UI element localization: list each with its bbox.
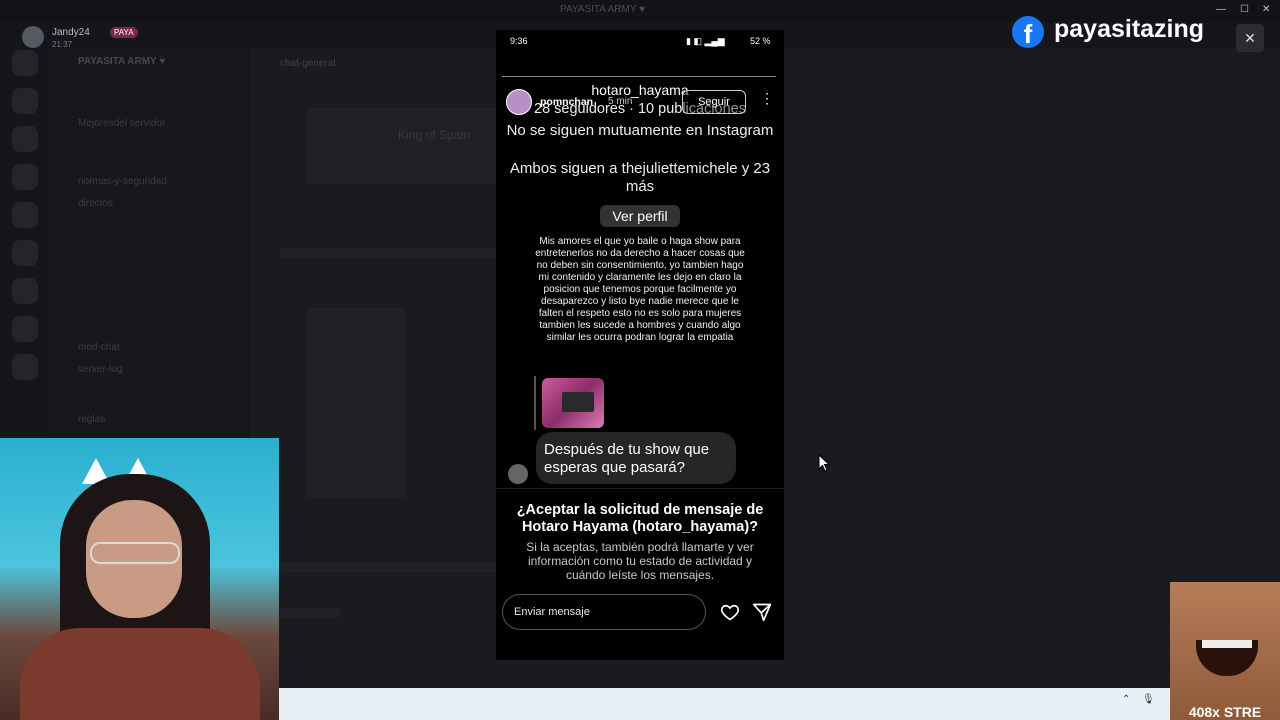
- channel-sidebar: PAYASITA ARMY ♥ Mejoresdel servidor norm…: [48, 48, 248, 438]
- facebook-icon: f: [1012, 16, 1044, 49]
- story-progress-bar: [502, 76, 776, 81]
- server-icon[interactable]: [12, 278, 38, 304]
- phone-screen: 9:36 ▮ ◧ ▂▄▆ 52 % hotaro_hayama 28 segui…: [496, 30, 784, 660]
- thumbnail-detail: [562, 392, 594, 412]
- server-icon[interactable]: [12, 316, 38, 342]
- story-text: Mis amores el que yo baile o haga show p…: [535, 236, 745, 343]
- minimize-button[interactable]: —: [1216, 4, 1226, 15]
- story-avatar[interactable]: [506, 89, 532, 115]
- avatar: [22, 26, 44, 48]
- reply-indicator: [534, 376, 536, 430]
- accept-request-info: Si la aceptas, también podrá llamarte y …: [526, 540, 754, 582]
- channel-item[interactable]: Mejoresdel servidor: [78, 118, 165, 129]
- streamer-name: payasitazing: [1054, 15, 1205, 43]
- divider: [496, 488, 784, 489]
- server-icon[interactable]: [12, 240, 38, 266]
- channel-item[interactable]: directos: [78, 198, 113, 209]
- user-time: 21:37: [52, 40, 73, 49]
- status-icons: ▮ ◧ ▂▄▆: [686, 36, 725, 46]
- user-name: Jandy24: [52, 27, 90, 38]
- server-icon[interactable]: [12, 354, 38, 380]
- message-line: [280, 248, 500, 258]
- channel-item[interactable]: mod-chat: [78, 342, 120, 353]
- close-button[interactable]: ✕: [1236, 24, 1264, 52]
- story-username[interactable]: pomnchan: [540, 96, 593, 108]
- glasses-icon: [90, 542, 180, 564]
- server-icon[interactable]: [12, 88, 38, 114]
- webcam-feed: [0, 438, 279, 720]
- channel-header: chat-general: [280, 58, 336, 69]
- server-icon[interactable]: [12, 126, 38, 152]
- embed-title: King of Spam: [398, 128, 471, 142]
- server-name[interactable]: PAYASITA ARMY ♥: [78, 56, 165, 67]
- server-icon[interactable]: [12, 50, 38, 76]
- meme-teeth: [1202, 640, 1252, 648]
- maximize-button[interactable]: ☐: [1240, 4, 1249, 15]
- sender-avatar: [508, 464, 528, 484]
- chevron-up-icon[interactable]: ⌃: [1122, 694, 1130, 705]
- cursor-icon: [818, 454, 830, 472]
- message-line: [280, 562, 500, 572]
- mutual-follow-text: No se siguen mutuamente en Instagram: [506, 122, 774, 139]
- send-icon[interactable]: [752, 602, 772, 622]
- message-line: [280, 608, 340, 618]
- view-profile-button[interactable]: Ver perfil: [600, 205, 680, 227]
- server-icon[interactable]: [12, 164, 38, 190]
- status-time: 9:36: [510, 36, 528, 46]
- window-close-button[interactable]: ✕: [1262, 4, 1270, 15]
- window-title: PAYASITA ARMY ♥: [560, 4, 646, 15]
- channel-item[interactable]: reglas: [78, 414, 105, 425]
- microphone-icon[interactable]: 🎙: [1142, 694, 1155, 705]
- channel-item[interactable]: server-log: [78, 364, 122, 375]
- streamer-body: [20, 628, 260, 720]
- channel-item[interactable]: normas-y-seguridad: [78, 176, 167, 187]
- meme-text: 408x STRE: [1188, 704, 1262, 720]
- more-options-icon[interactable]: ⋮: [760, 90, 774, 107]
- heart-icon[interactable]: [720, 602, 740, 622]
- image-attachment[interactable]: [306, 308, 406, 498]
- message-input-placeholder: Enviar mensaje: [514, 606, 590, 618]
- message-text: Después de tu show que esperas que pasar…: [544, 441, 710, 476]
- story-time: 5 min: [608, 96, 633, 107]
- mutual-followers-text: Ambos siguen a thejuliettemichele y 23 m…: [509, 160, 771, 195]
- user-badge: PAYA: [110, 27, 138, 38]
- battery-level: 52 %: [750, 36, 771, 46]
- server-icon[interactable]: [12, 202, 38, 228]
- embed-card: [306, 108, 506, 184]
- follow-button[interactable]: Seguir: [682, 90, 746, 114]
- server-list: [0, 40, 48, 440]
- accept-request-question: ¿Aceptar la solicitud de mensaje de Hota…: [516, 502, 764, 535]
- meme-overlay: 408x STRE: [1170, 582, 1280, 720]
